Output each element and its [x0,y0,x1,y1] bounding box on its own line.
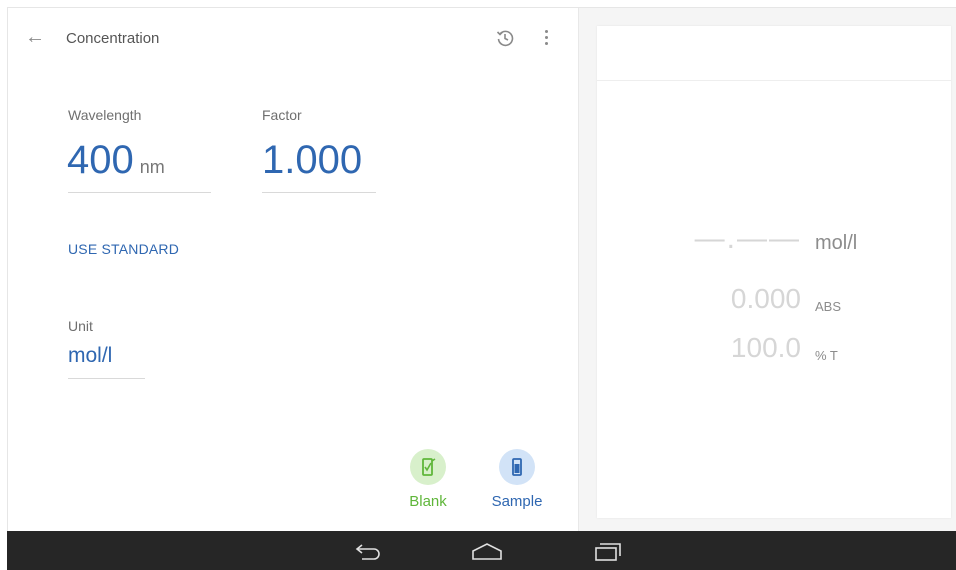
blank-label: Blank [409,493,447,510]
sample-button[interactable]: Sample [484,449,550,510]
card-header-divider [597,80,951,81]
concentration-value: —.—— [694,222,801,255]
factor-underline [262,192,376,193]
system-nav-bar [7,531,956,570]
blank-icon [410,449,446,485]
absorbance-unit: ABS [815,299,842,314]
factor-field[interactable]: 1.000 [262,140,362,180]
transmittance-value: 100.0 [730,332,801,363]
more-menu-icon[interactable] [540,28,554,48]
unit-underline [68,378,145,379]
history-icon[interactable] [495,28,515,48]
factor-label: Factor [262,107,302,123]
back-arrow-icon[interactable]: ← [24,26,46,48]
sample-icon [499,449,535,485]
results-card: —.—— mol/l 0.000 ABS 100.0 % T [597,26,951,518]
wavelength-label: Wavelength [68,107,142,123]
nav-recents-icon[interactable] [592,541,624,561]
wavelength-field[interactable]: 400 nm [67,140,165,180]
use-standard-button[interactable]: USE STANDARD [68,241,179,257]
wavelength-underline [68,192,211,193]
wavelength-value: 400 [67,138,134,182]
unit-label: Unit [68,318,93,334]
transmittance-unit: % T [815,348,838,363]
page-title: Concentration [66,30,160,47]
unit-select[interactable]: mol/l [68,344,112,368]
blank-button[interactable]: Blank [400,449,456,510]
nav-home-icon[interactable] [470,541,504,561]
pane-divider [578,8,579,531]
concentration-unit: mol/l [815,232,858,254]
wavelength-unit: nm [139,157,165,177]
absorbance-value: 0.000 [730,283,801,314]
nav-back-icon[interactable] [354,541,382,561]
sample-label: Sample [491,493,543,510]
